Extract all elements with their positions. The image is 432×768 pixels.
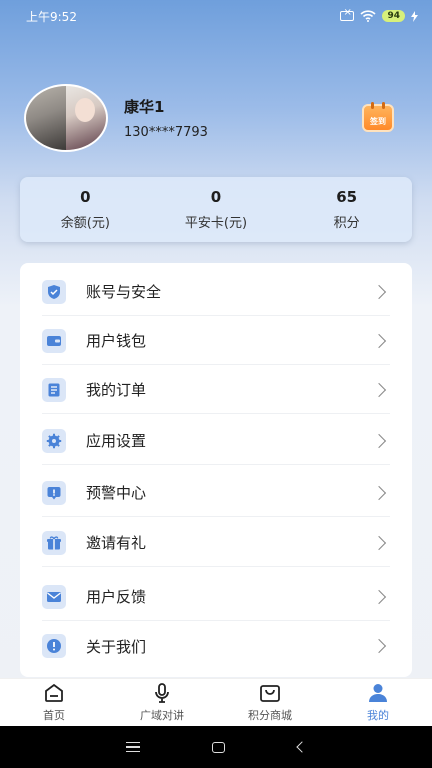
menu-item-feedback[interactable]: 用户反馈	[42, 573, 390, 621]
stat-balance[interactable]: 0 余额(元)	[20, 177, 151, 242]
shield-icon	[42, 279, 66, 304]
order-icon	[42, 377, 66, 402]
menu-item-label: 我的订单	[86, 381, 147, 399]
menu-item-invite[interactable]: 邀请有礼	[42, 519, 390, 567]
status-time: 上午9:52	[26, 9, 77, 24]
info-icon	[42, 634, 66, 658]
menu-item-label: 应用设置	[86, 432, 147, 450]
stat-safe-card[interactable]: 0 平安卡(元)	[151, 177, 282, 242]
chevron-right-icon	[371, 485, 387, 500]
menu-item-app-settings[interactable]: 应用设置	[42, 417, 390, 465]
system-nav-bar	[0, 726, 432, 768]
menu-item-label: 用户钱包	[86, 332, 147, 350]
alert-icon	[42, 480, 66, 505]
username: 康华1	[124, 98, 165, 116]
menu-item-about[interactable]: 关于我们	[42, 622, 390, 670]
chevron-right-icon	[371, 333, 387, 348]
stat-label: 平安卡(元)	[184, 216, 248, 231]
signin-calendar-button[interactable]: 签到	[362, 102, 394, 132]
recent-apps-button[interactable]	[126, 742, 141, 752]
stat-value: 0	[80, 188, 91, 206]
stat-value: 65	[336, 188, 358, 206]
menu-item-alert-center[interactable]: 预警中心	[42, 469, 390, 517]
gear-icon	[42, 428, 66, 453]
no-sim-icon	[340, 7, 355, 21]
menu-item-label: 邀请有礼	[86, 534, 147, 552]
tab-intercom[interactable]: 广域对讲	[108, 679, 216, 726]
avatar[interactable]	[24, 84, 108, 152]
mail-icon	[42, 584, 66, 609]
home-button[interactable]	[212, 741, 226, 753]
gift-icon	[42, 530, 66, 555]
home-icon	[45, 683, 63, 702]
phone-number: 130****7793	[124, 125, 208, 140]
user-icon	[369, 684, 387, 702]
settings-menu: 账号与安全 用户钱包 我的订单 应用设置 预警中心 邀请有礼 用户反馈 关于我们	[20, 263, 412, 677]
tab-points-mall[interactable]: 积分商城	[216, 679, 324, 726]
battery-indicator: 94	[382, 10, 405, 22]
chevron-right-icon	[371, 589, 387, 604]
tab-mine[interactable]: 我的	[324, 679, 432, 726]
microphone-icon	[155, 683, 169, 703]
status-bar: 上午9:52 94	[0, 0, 432, 32]
shopping-bag-icon	[260, 685, 280, 702]
menu-item-label: 账号与安全	[86, 283, 162, 301]
back-button[interactable]	[296, 741, 308, 753]
tab-home[interactable]: 首页	[0, 679, 108, 726]
stats-card: 0 余额(元) 0 平安卡(元) 65 积分	[20, 177, 412, 242]
chevron-right-icon	[371, 638, 387, 654]
status-icons: 94	[340, 7, 418, 22]
chevron-right-icon	[371, 284, 387, 299]
charging-icon	[411, 10, 418, 22]
chevron-right-icon	[371, 382, 387, 397]
stat-points[interactable]: 65 积分	[281, 177, 412, 242]
tab-label: 首页	[43, 709, 65, 722]
menu-item-label: 预警中心	[86, 484, 147, 502]
tab-label: 我的	[367, 709, 389, 722]
tab-label: 广域对讲	[140, 709, 184, 722]
menu-item-orders[interactable]: 我的订单	[42, 366, 390, 414]
stat-value: 0	[210, 188, 222, 206]
tab-label: 积分商城	[248, 709, 292, 722]
menu-item-account-security[interactable]: 账号与安全	[42, 268, 390, 316]
menu-item-label: 关于我们	[86, 637, 147, 656]
bottom-tab-bar: 首页 广域对讲 积分商城 我的	[0, 678, 432, 726]
chevron-right-icon	[371, 535, 387, 550]
stat-label: 余额(元)	[60, 216, 110, 231]
wallet-icon	[42, 328, 66, 353]
signin-label: 签到	[370, 117, 386, 126]
chevron-right-icon	[371, 433, 387, 448]
stat-label: 积分	[333, 216, 360, 231]
menu-item-wallet[interactable]: 用户钱包	[42, 317, 390, 365]
wifi-icon	[360, 10, 377, 22]
menu-item-label: 用户反馈	[86, 588, 147, 606]
profile-header[interactable]: 康华1 130****7793	[24, 84, 208, 152]
